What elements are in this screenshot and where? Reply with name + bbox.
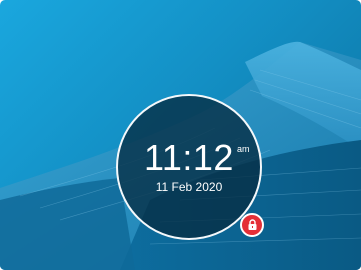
unlock-button[interactable] [240,213,264,237]
clock-date: 11 Feb 2020 [155,180,223,194]
clock-circle: 11:12 am 11 Feb 2020 [116,94,262,240]
lock-icon [248,219,256,230]
lock-screen: 11:12 am 11 Feb 2020 [0,0,361,270]
clock-ampm: am [237,144,250,154]
